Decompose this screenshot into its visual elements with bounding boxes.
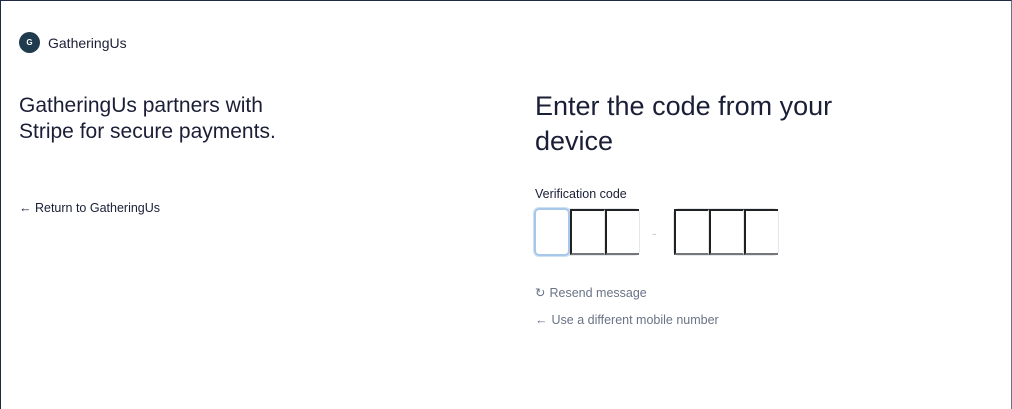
code-digit-3[interactable]: [605, 209, 639, 255]
partner-tagline: GatheringUs partners with Stripe for sec…: [19, 94, 276, 143]
code-digit-4[interactable]: [674, 209, 709, 255]
different-number-link[interactable]: ← Use a different mobile number: [535, 313, 719, 327]
brand-logo-icon: G: [19, 32, 40, 53]
verification-code-label: Verification code: [535, 187, 627, 201]
code-digit-6[interactable]: [744, 209, 778, 255]
return-link[interactable]: ← Return to GatheringUs: [19, 201, 160, 215]
checkout-frame: G GatheringUs GatheringUs partners with …: [0, 0, 1012, 409]
code-digit-1[interactable]: [534, 208, 570, 256]
code-separator: -: [652, 225, 657, 241]
code-digit-2[interactable]: [570, 209, 605, 255]
refresh-icon: ↻: [535, 286, 546, 300]
resend-message-label: Resend message: [549, 285, 647, 300]
different-number-label: Use a different mobile number: [551, 313, 719, 327]
resend-message-link[interactable]: ↻ Resend message: [535, 285, 647, 301]
arrow-left-icon: ←: [535, 313, 548, 327]
brand-header: G GatheringUs: [19, 32, 127, 53]
brand-name: GatheringUs: [48, 34, 127, 51]
brand-logo-text: G: [26, 38, 33, 47]
page-title: Enter the code from your device: [535, 91, 833, 156]
code-group-first: [534, 208, 640, 256]
code-digit-5[interactable]: [709, 209, 744, 255]
code-group-second: [673, 208, 779, 256]
